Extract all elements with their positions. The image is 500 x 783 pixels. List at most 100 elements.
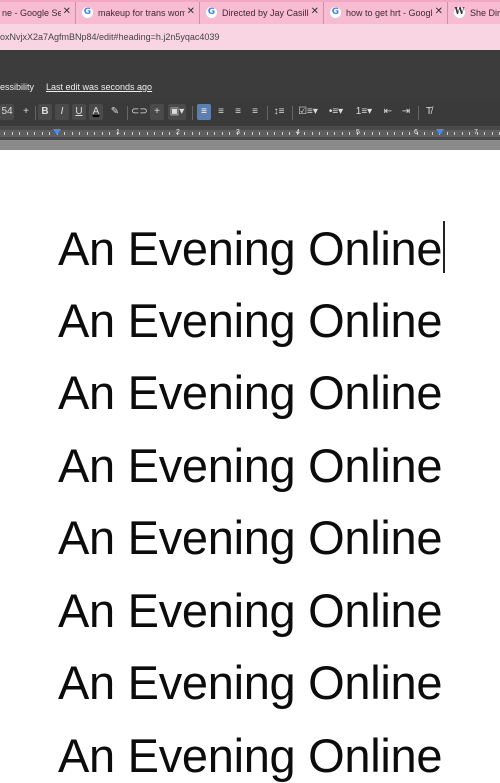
ruler-tick bbox=[259, 132, 260, 135]
ruler-tick bbox=[379, 132, 380, 135]
bulleted-list-icon[interactable]: •≡▾ bbox=[324, 104, 348, 120]
url-text[interactable]: oxNvjxX2a7AgfmBNp84/edit#heading=h.j2n5y… bbox=[0, 32, 219, 42]
ruler-tick bbox=[94, 132, 95, 135]
link-icon[interactable]: ⊂⊃ bbox=[131, 104, 148, 120]
highlight-icon[interactable]: ✎ bbox=[108, 104, 122, 120]
ruler-number: 4 bbox=[296, 129, 300, 136]
increase-indent-icon[interactable]: ⇥ bbox=[398, 104, 414, 120]
align-left-icon[interactable]: ≡ bbox=[197, 104, 211, 120]
ruler-tick bbox=[41, 132, 43, 135]
close-icon[interactable]: ✕ bbox=[187, 6, 195, 17]
ruler-tick bbox=[491, 132, 493, 135]
toolbar-divider bbox=[267, 106, 268, 120]
ruler-tick bbox=[86, 132, 88, 135]
ruler-tick bbox=[409, 132, 410, 135]
close-icon[interactable]: ✕ bbox=[311, 6, 319, 17]
line-text: An Evening Online bbox=[58, 439, 443, 492]
ruler-tick bbox=[34, 132, 35, 135]
address-bar[interactable]: oxNvjxX2a7AgfmBNp84/edit#heading=h.j2n5y… bbox=[0, 24, 500, 50]
document-line[interactable]: An Evening Online bbox=[58, 439, 443, 493]
text-cursor bbox=[443, 221, 445, 273]
left-indent-marker[interactable] bbox=[53, 129, 61, 135]
document-line[interactable]: An Evening Online bbox=[58, 656, 443, 710]
bold-button[interactable]: B bbox=[38, 104, 52, 120]
toolbar-divider bbox=[127, 106, 128, 120]
ruler-number: 7 bbox=[474, 129, 478, 136]
ruler-tick bbox=[184, 132, 185, 135]
document-line[interactable]: An Evening Online bbox=[58, 511, 443, 565]
italic-button[interactable]: I bbox=[55, 104, 69, 120]
ruler-tick bbox=[334, 132, 335, 135]
line-text: An Evening Online bbox=[58, 656, 443, 709]
document-line[interactable]: An Evening Online bbox=[58, 729, 443, 783]
close-icon[interactable]: ✕ bbox=[63, 6, 71, 17]
ruler-tick bbox=[4, 132, 5, 135]
tab-title: Directed by Jay Casillas - G bbox=[222, 8, 309, 18]
clear-formatting-icon[interactable]: T̸ bbox=[422, 104, 436, 120]
align-center-icon[interactable]: ≡ bbox=[214, 104, 228, 120]
ruler-tick bbox=[146, 132, 148, 135]
ruler-tick bbox=[26, 132, 28, 135]
ruler-tick bbox=[326, 132, 328, 135]
ruler-tick bbox=[431, 132, 433, 135]
google-icon: G bbox=[82, 7, 93, 18]
toolbar-divider bbox=[35, 106, 36, 120]
line-text: An Evening Online bbox=[58, 584, 443, 637]
numbered-list-icon[interactable]: 1≡▾ bbox=[352, 104, 376, 120]
ruler-tick bbox=[454, 132, 455, 135]
ruler-tick bbox=[221, 132, 223, 135]
wikipedia-icon: W bbox=[454, 7, 465, 18]
tab-title: how to get hrt - Google Se bbox=[346, 8, 433, 18]
document-line[interactable]: An Evening Online bbox=[58, 366, 443, 420]
ruler-tick bbox=[191, 132, 193, 135]
line-spacing-icon[interactable]: ↕≡ bbox=[271, 104, 287, 120]
ruler-tick bbox=[386, 132, 388, 135]
ruler-tick bbox=[161, 132, 163, 135]
ruler-tick bbox=[371, 132, 373, 135]
browser-tab[interactable]: ne - Google Sear ✕ bbox=[0, 2, 76, 24]
ruler-tick bbox=[461, 132, 463, 135]
ruler-tick bbox=[199, 132, 200, 135]
ruler-tick bbox=[364, 132, 365, 135]
insert-image-icon[interactable]: ▣▾ bbox=[168, 104, 186, 120]
line-text: An Evening Online bbox=[58, 294, 443, 347]
ruler-tick bbox=[484, 132, 485, 135]
add-comment-icon[interactable]: + bbox=[150, 104, 164, 120]
right-indent-marker[interactable] bbox=[436, 129, 444, 135]
line-text: An Evening Online bbox=[58, 511, 443, 564]
ruler-number: 5 bbox=[356, 129, 360, 136]
page-gap bbox=[0, 140, 500, 150]
tab-title: ne - Google Sear bbox=[2, 8, 61, 18]
decrease-indent-icon[interactable]: ⇤ bbox=[380, 104, 396, 120]
document-line[interactable]: An Evening Online bbox=[58, 221, 445, 276]
ruler-tick bbox=[469, 132, 470, 135]
browser-tab[interactable]: G makeup for trans women ✕ bbox=[76, 2, 200, 24]
ruler-tick bbox=[11, 132, 13, 135]
ruler-tick bbox=[19, 132, 20, 135]
browser-tab[interactable]: G how to get hrt - Google Se ✕ bbox=[324, 2, 448, 24]
close-icon[interactable]: ✕ bbox=[435, 6, 443, 17]
menu-accessibility[interactable]: essibility bbox=[0, 82, 34, 92]
ruler-tick bbox=[206, 132, 208, 135]
ruler-tick bbox=[341, 132, 343, 135]
font-size-increase-button[interactable]: + bbox=[20, 104, 32, 120]
align-justify-icon[interactable]: ≡ bbox=[248, 104, 262, 120]
checklist-icon[interactable]: ☑≡▾ bbox=[296, 104, 320, 120]
toolbar-divider bbox=[418, 106, 419, 120]
ruler-tick bbox=[124, 132, 125, 135]
align-right-icon[interactable]: ≡ bbox=[231, 104, 245, 120]
ruler-number: 1 bbox=[116, 129, 120, 136]
last-edit-link[interactable]: Last edit was seconds ago bbox=[46, 82, 152, 92]
tab-title: makeup for trans women bbox=[98, 8, 185, 18]
ruler-tick bbox=[424, 132, 425, 135]
document-page[interactable]: An Evening Online An Evening Online An E… bbox=[0, 150, 500, 782]
underline-button[interactable]: U bbox=[72, 104, 86, 120]
ruler-tick bbox=[154, 132, 155, 135]
text-color-button[interactable]: A bbox=[89, 104, 103, 120]
font-size-field[interactable]: 54 bbox=[0, 104, 14, 120]
document-line[interactable]: An Evening Online bbox=[58, 584, 443, 638]
document-line[interactable]: An Evening Online bbox=[58, 294, 443, 348]
toolbar-divider bbox=[292, 106, 293, 120]
browser-tab[interactable]: W She Dir bbox=[448, 2, 500, 24]
browser-tab[interactable]: G Directed by Jay Casillas - G ✕ bbox=[200, 2, 324, 24]
